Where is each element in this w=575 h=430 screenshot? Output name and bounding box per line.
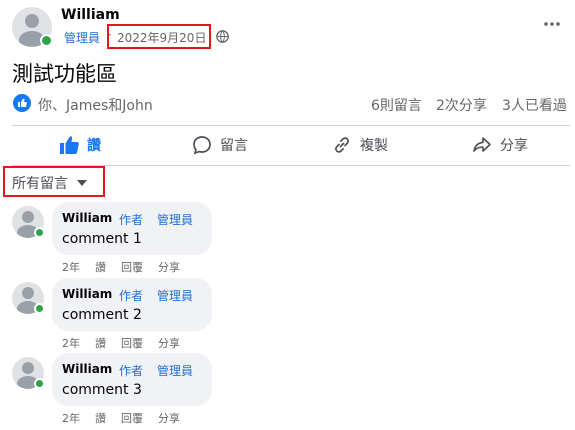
post-title: 測試功能區 <box>12 62 117 86</box>
author-tag: 作者 <box>119 213 144 227</box>
comment-time[interactable]: 2年 <box>62 335 80 351</box>
author-tag: 作者 <box>119 289 144 303</box>
comment-button-label: 留言 <box>220 138 248 154</box>
like-icon <box>60 136 79 154</box>
comment-icon <box>193 136 211 155</box>
reactions-text[interactable]: 你、James和John <box>38 95 153 115</box>
comment-count[interactable]: 6則留言 <box>371 95 422 115</box>
online-indicator <box>34 378 45 389</box>
share-count[interactable]: 2次分享 <box>436 95 487 115</box>
comment-meta: 2年 讚 回覆 分享 <box>62 335 180 351</box>
comment-button[interactable]: 留言 <box>192 135 248 155</box>
date-highlight-box <box>107 24 211 49</box>
link-icon <box>335 137 349 153</box>
comment-share-link[interactable]: 分享 <box>158 410 180 426</box>
comment-like-link[interactable]: 讚 <box>95 259 106 275</box>
globe-icon <box>216 30 229 43</box>
comment-bubble <box>52 202 212 255</box>
comment-like-link[interactable]: 讚 <box>95 335 106 351</box>
share-button-label: 分享 <box>500 138 528 154</box>
comment-reply-link[interactable]: 回覆 <box>121 259 143 275</box>
comment-time[interactable]: 2年 <box>62 259 80 275</box>
share-icon <box>473 137 491 152</box>
copy-button-label: 複製 <box>360 138 388 154</box>
author-name[interactable]: William <box>61 7 120 23</box>
online-indicator <box>34 303 45 314</box>
comment-text: comment 1 <box>62 231 142 247</box>
filter-highlight-box <box>3 166 105 197</box>
comment-author[interactable]: William <box>62 362 112 376</box>
admin-tag: 管理員 <box>157 289 194 303</box>
author-tag: 作者 <box>119 364 144 378</box>
copy-button[interactable]: 複製 <box>332 135 388 155</box>
like-button[interactable]: 讚 <box>59 135 101 155</box>
comment-meta: 2年 讚 回覆 分享 <box>62 410 180 426</box>
like-button-label: 讚 <box>87 138 101 154</box>
comment-text: comment 2 <box>62 307 142 323</box>
comment-author[interactable]: William <box>62 211 112 225</box>
share-button[interactable]: 分享 <box>472 135 528 155</box>
comment-time[interactable]: 2年 <box>62 410 80 426</box>
comment-text: comment 3 <box>62 382 142 398</box>
comment-author[interactable]: William <box>62 287 112 301</box>
online-indicator <box>40 34 53 47</box>
comment-like-link[interactable]: 讚 <box>95 410 106 426</box>
comment-bubble <box>52 278 212 331</box>
like-reaction-icon[interactable] <box>13 94 31 112</box>
comment-share-link[interactable]: 分享 <box>158 259 180 275</box>
more-icon[interactable] <box>544 21 560 27</box>
comment-meta: 2年 讚 回覆 分享 <box>62 259 180 275</box>
comment-reply-link[interactable]: 回覆 <box>121 335 143 351</box>
role-badge[interactable]: 管理員 <box>64 29 100 46</box>
admin-tag: 管理員 <box>157 213 194 227</box>
view-count[interactable]: 3人已看過 <box>502 95 567 115</box>
online-indicator <box>34 227 45 238</box>
admin-tag: 管理員 <box>157 364 194 378</box>
divider-top <box>12 125 570 126</box>
comment-share-link[interactable]: 分享 <box>158 335 180 351</box>
comment-reply-link[interactable]: 回覆 <box>121 410 143 426</box>
comment-bubble <box>52 353 212 406</box>
